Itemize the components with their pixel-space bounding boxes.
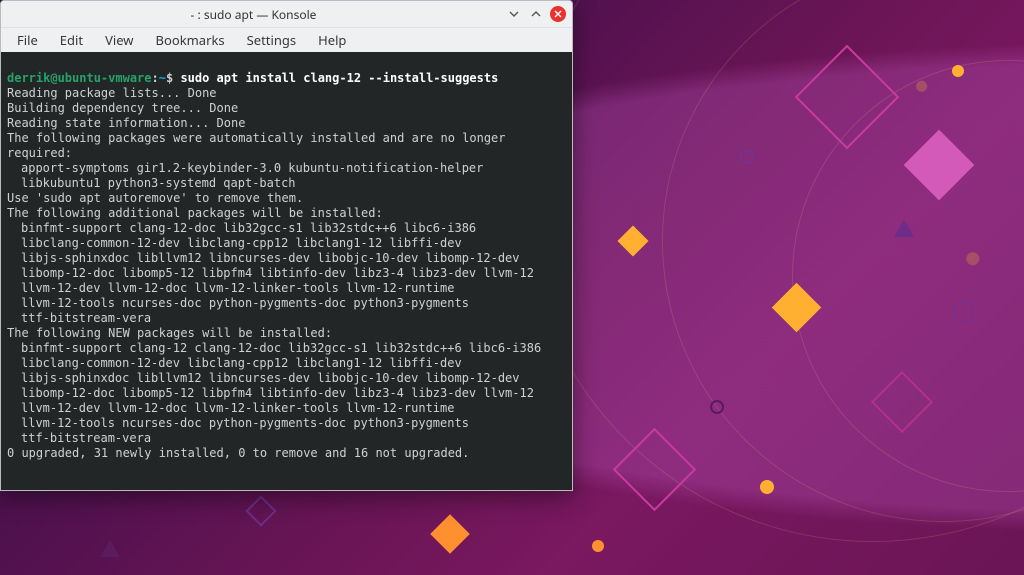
output-line: llvm-12-dev llvm-12-doc llvm-12-linker-t… [7,281,566,296]
window-title: - : sudo apt — Konsole [7,6,500,23]
menubar: File Edit View Bookmarks Settings Help [1,27,572,52]
window-titlebar[interactable]: - : sudo apt — Konsole [1,1,572,27]
deco-triangle [100,540,120,557]
output-line: Building dependency tree... Done [7,101,238,115]
output-line: The following NEW packages will be insta… [7,326,332,340]
close-icon [554,10,562,18]
deco-square-fill [430,514,470,554]
menu-file[interactable]: File [7,29,48,51]
output-line: libjs-sphinxdoc libllvm12 libncurses-dev… [7,371,566,386]
chevron-down-icon [509,9,519,19]
output-line: Use 'sudo apt autoremove' to remove them… [7,191,303,205]
close-button[interactable] [550,6,566,22]
output-line: binfmt-support clang-12 clang-12-doc lib… [7,341,566,356]
output-line: libkubuntu1 python3-systemd qapt-batch [7,176,566,191]
output-line: libomp-12-doc libomp5-12 libpfm4 libtinf… [7,266,566,281]
output-line: ttf-bitstream-vera [7,311,566,326]
output-line: llvm-12-tools ncurses-doc python-pygment… [7,296,566,311]
output-line: libclang-common-12-dev libclang-cpp12 li… [7,236,566,251]
prompt-symbol: $ [166,71,173,85]
output-line: The following additional packages will b… [7,206,383,220]
prompt-separator: : [152,71,159,85]
maximize-button[interactable] [528,6,544,22]
command-text: sudo apt install clang-12 --install-sugg… [180,71,498,85]
menu-settings[interactable]: Settings [237,29,306,51]
output-line: libclang-common-12-dev libclang-cpp12 li… [7,356,566,371]
desktop-background: - : sudo apt — Konsole File Edit View Bo… [0,0,1024,575]
prompt-path: ~ [159,71,166,85]
terminal-pane[interactable]: derrik@ubuntu-vmware:~$ sudo apt install… [1,52,572,490]
output-line: llvm-12-tools ncurses-doc python-pygment… [7,416,566,431]
deco-square-outline [245,495,276,526]
menu-edit[interactable]: Edit [50,29,93,51]
output-line: The following packages were automaticall… [7,131,513,160]
prompt-user-host: derrik@ubuntu-vmware [7,71,152,85]
menu-help[interactable]: Help [308,29,356,51]
konsole-window[interactable]: - : sudo apt — Konsole File Edit View Bo… [0,0,573,491]
output-line: binfmt-support clang-12-doc lib32gcc-s1 … [7,221,566,236]
output-line: Reading package lists... Done [7,86,217,100]
menu-view[interactable]: View [95,29,143,51]
output-line: Reading state information... Done [7,116,245,130]
output-line: libomp-12-doc libomp5-12 libpfm4 libtinf… [7,386,566,401]
output-line: libjs-sphinxdoc libllvm12 libncurses-dev… [7,251,566,266]
deco-circle-fill [592,540,604,552]
output-line: apport-symptoms gir1.2-keybinder-3.0 kub… [7,161,566,176]
minimize-button[interactable] [506,6,522,22]
menu-bookmarks[interactable]: Bookmarks [146,29,235,51]
output-summary: 0 upgraded, 31 newly installed, 0 to rem… [7,446,469,460]
output-line: llvm-12-dev llvm-12-doc llvm-12-linker-t… [7,401,566,416]
output-line: ttf-bitstream-vera [7,431,566,446]
chevron-up-icon [531,9,541,19]
